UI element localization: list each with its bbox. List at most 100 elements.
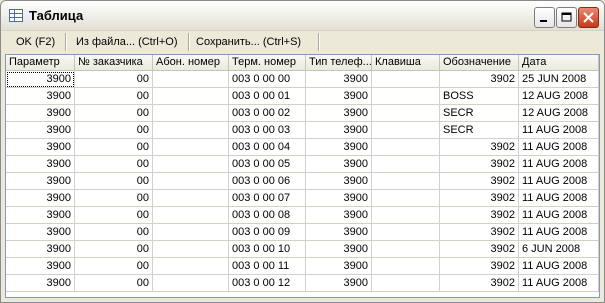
col-subscriber-number-cell[interactable] [153,275,229,292]
col-designation-cell[interactable]: 3902 [440,258,519,275]
col-parameter-cell[interactable]: 3900 [6,190,75,207]
col-customer-number-cell[interactable]: 00 [75,207,153,224]
col-customer-number-cell[interactable]: 00 [75,156,153,173]
col-designation-cell[interactable]: 3902 [440,190,519,207]
table-row[interactable]: 3900 00 003 0 00 06 3900 3902 11 AUG 2008 [6,173,599,190]
col-terminal-number-cell[interactable]: 003 0 00 10 [229,241,306,258]
col-terminal-number-cell[interactable]: 003 0 00 01 [229,88,306,105]
col-key-cell[interactable] [372,224,440,241]
col-customer-number-cell[interactable]: 00 [75,88,153,105]
col-subscriber-number-cell[interactable] [153,241,229,258]
table-row[interactable]: 3900 00 003 0 00 11 3900 3902 11 AUG 2008 [6,258,599,275]
table-row[interactable]: 3900 00 003 0 00 07 3900 3902 11 AUG 2008 [6,190,599,207]
col-key-header[interactable]: Клавиша [372,55,440,71]
col-designation-cell[interactable]: SECR [440,105,519,122]
col-parameter-header[interactable]: Параметр [6,55,75,71]
col-customer-number-cell[interactable]: 00 [75,105,153,122]
col-designation-cell[interactable]: 3902 [440,207,519,224]
col-designation-cell[interactable]: 3902 [440,71,519,88]
maximize-button[interactable] [556,7,577,28]
col-subscriber-number-header[interactable]: Абон. номер [153,55,229,71]
col-subscriber-number-cell[interactable] [153,224,229,241]
col-phone-type-cell[interactable]: 3900 [306,258,372,275]
col-parameter-cell[interactable]: 3900 [6,122,75,139]
col-date-cell[interactable]: 11 AUG 2008 [519,224,599,241]
col-date-cell[interactable]: 6 JUN 2008 [519,241,599,258]
col-subscriber-number-cell[interactable] [153,190,229,207]
col-designation-cell[interactable]: 3902 [440,275,519,292]
col-customer-number-cell[interactable]: 00 [75,258,153,275]
col-customer-number-cell[interactable]: 00 [75,139,153,156]
col-date-cell[interactable]: 11 AUG 2008 [519,190,599,207]
col-subscriber-number-cell[interactable] [153,71,229,88]
col-terminal-number-cell[interactable]: 003 0 00 12 [229,275,306,292]
col-phone-type-cell[interactable]: 3900 [306,207,372,224]
col-customer-number-cell[interactable]: 00 [75,224,153,241]
save-button[interactable]: Сохранить... (Ctrl+S) [192,34,305,50]
col-terminal-number-cell[interactable]: 003 0 00 07 [229,190,306,207]
col-phone-type-cell[interactable]: 3900 [306,139,372,156]
table-row[interactable]: 3900 00 003 0 00 10 3900 3902 6 JUN 2008 [6,241,599,258]
col-designation-cell[interactable]: SECR [440,122,519,139]
minimize-button[interactable] [534,7,555,28]
table-row[interactable]: 3900 00 003 0 00 00 3900 3902 25 JUN 2008 [6,71,599,88]
col-designation-cell[interactable]: 3902 [440,241,519,258]
col-terminal-number-cell[interactable]: 003 0 00 06 [229,173,306,190]
col-phone-type-header[interactable]: Тип телеф... [306,55,372,71]
col-phone-type-cell[interactable]: 3900 [306,224,372,241]
col-key-cell[interactable] [372,139,440,156]
col-subscriber-number-cell[interactable] [153,122,229,139]
col-customer-number-cell[interactable]: 00 [75,275,153,292]
col-terminal-number-cell[interactable]: 003 0 00 09 [229,224,306,241]
table-row[interactable]: 3900 00 003 0 00 03 3900 SECR 11 AUG 2008 [6,122,599,139]
col-key-cell[interactable] [372,275,440,292]
col-phone-type-cell[interactable]: 3900 [306,241,372,258]
from-file-button[interactable]: Из файла... (Ctrl+O) [72,34,182,50]
table-row[interactable]: 3900 00 003 0 00 08 3900 3902 11 AUG 2008 [6,207,599,224]
col-phone-type-cell[interactable]: 3900 [306,88,372,105]
col-subscriber-number-cell[interactable] [153,173,229,190]
col-parameter-cell[interactable]: 3900 [6,139,75,156]
col-date-cell[interactable]: 11 AUG 2008 [519,258,599,275]
col-customer-number-cell[interactable]: 00 [75,122,153,139]
col-key-cell[interactable] [372,241,440,258]
table-row[interactable]: 3900 00 003 0 00 12 3900 3902 11 AUG 2008 [6,275,599,292]
col-key-cell[interactable] [372,71,440,88]
col-phone-type-cell[interactable]: 3900 [306,173,372,190]
table-row[interactable]: 3900 00 003 0 00 05 3900 3902 11 AUG 2008 [6,156,599,173]
col-parameter-cell[interactable]: 3900 [6,88,75,105]
ok-button[interactable]: OK (F2) [12,34,59,50]
col-date-cell[interactable]: 11 AUG 2008 [519,156,599,173]
col-parameter-cell[interactable]: 3900 [6,275,75,292]
col-parameter-cell[interactable]: 3900 [6,105,75,122]
table-row[interactable]: 3900 00 003 0 00 09 3900 3902 11 AUG 2008 [6,224,599,241]
col-parameter-cell[interactable]: 3900 [6,71,75,88]
title-bar[interactable]: Таблица [1,1,604,31]
col-parameter-cell[interactable]: 3900 [6,173,75,190]
col-designation-cell[interactable]: 3902 [440,156,519,173]
col-terminal-number-cell[interactable]: 003 0 00 05 [229,156,306,173]
col-customer-number-cell[interactable]: 00 [75,173,153,190]
col-subscriber-number-cell[interactable] [153,156,229,173]
col-designation-header[interactable]: Обозначение [440,55,519,71]
col-key-cell[interactable] [372,122,440,139]
col-key-cell[interactable] [372,105,440,122]
table-row[interactable]: 3900 00 003 0 00 02 3900 SECR 12 AUG 2008 [6,105,599,122]
table-row[interactable]: 3900 00 003 0 00 04 3900 3902 11 AUG 2008 [6,139,599,156]
col-date-cell[interactable]: 25 JUN 2008 [519,71,599,88]
col-date-cell[interactable]: 11 AUG 2008 [519,139,599,156]
col-terminal-number-cell[interactable]: 003 0 00 03 [229,122,306,139]
col-customer-number-cell[interactable]: 00 [75,190,153,207]
col-designation-cell[interactable]: 3902 [440,224,519,241]
col-customer-number-cell[interactable]: 00 [75,241,153,258]
col-parameter-cell[interactable]: 3900 [6,258,75,275]
col-subscriber-number-cell[interactable] [153,207,229,224]
col-parameter-cell[interactable]: 3900 [6,207,75,224]
col-parameter-cell[interactable]: 3900 [6,156,75,173]
col-subscriber-number-cell[interactable] [153,258,229,275]
col-terminal-number-header[interactable]: Терм. номер [229,55,306,71]
col-phone-type-cell[interactable]: 3900 [306,105,372,122]
col-key-cell[interactable] [372,190,440,207]
col-key-cell[interactable] [372,173,440,190]
col-phone-type-cell[interactable]: 3900 [306,156,372,173]
